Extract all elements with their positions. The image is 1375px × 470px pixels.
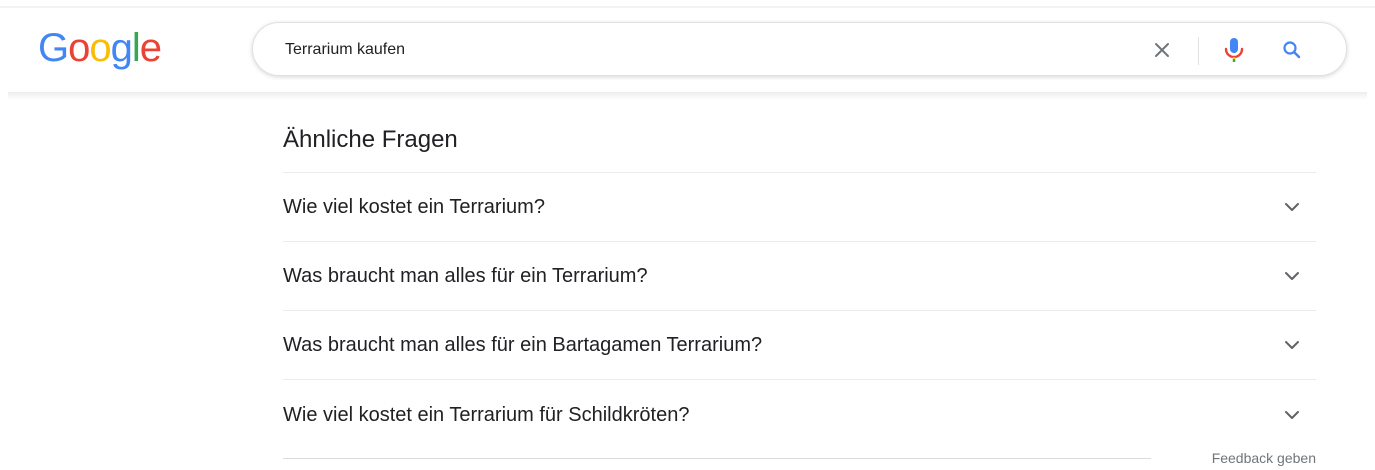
search-results-page: Google Terrarium kaufen Ähnliche Fragen … — [0, 0, 1375, 470]
chevron-down-icon[interactable] — [1282, 335, 1302, 355]
search-button[interactable] — [1277, 35, 1307, 65]
related-questions-title: Ähnliche Fragen — [283, 126, 458, 153]
question-item[interactable]: Was braucht man alles für ein Terrarium? — [283, 242, 1316, 311]
chevron-down-icon[interactable] — [1282, 266, 1302, 286]
logo-letter: e — [139, 26, 162, 70]
search-box — [252, 22, 1347, 76]
feedback-divider — [283, 458, 1151, 459]
chevron-down-icon[interactable] — [1282, 197, 1302, 217]
feedback-row: Feedback geben — [283, 448, 1316, 470]
search-input[interactable] — [285, 38, 1105, 62]
close-icon — [1155, 43, 1169, 57]
logo-letter: o — [89, 26, 111, 70]
logo-letter: l — [131, 26, 141, 70]
related-questions: Ähnliche Fragen Wie viel kostet ein Terr… — [283, 110, 1316, 449]
question-text: Wie viel kostet ein Terrarium? — [283, 196, 545, 218]
question-text: Wie viel kostet ein Terrarium für Schild… — [283, 403, 690, 426]
google-logo[interactable]: Google — [38, 24, 162, 72]
related-questions-list: Wie viel kostet ein Terrarium? Was brauc… — [283, 172, 1316, 449]
question-item[interactable]: Wie viel kostet ein Terrarium für Schild… — [283, 380, 1316, 449]
microphone-icon — [1224, 38, 1244, 62]
logo-letter: o — [68, 26, 90, 70]
question-item[interactable]: Was braucht man alles für ein Bartagamen… — [283, 311, 1316, 380]
clear-search-button[interactable] — [1148, 36, 1176, 64]
header: Google — [0, 0, 1375, 100]
logo-letter: G — [38, 26, 69, 70]
chevron-down-icon[interactable] — [1282, 405, 1302, 425]
feedback-link[interactable]: Feedback geben — [1212, 450, 1316, 466]
header-shadow — [8, 92, 1367, 100]
search-icon — [1283, 41, 1301, 59]
question-text: Was braucht man alles für ein Terrarium? — [283, 265, 648, 287]
voice-search-button[interactable] — [1219, 35, 1249, 65]
logo-letter: g — [110, 26, 133, 70]
question-text: Was braucht man alles für ein Bartagamen… — [283, 334, 763, 356]
question-item[interactable]: Wie viel kostet ein Terrarium? — [283, 173, 1316, 242]
search-box-divider — [1198, 37, 1199, 65]
